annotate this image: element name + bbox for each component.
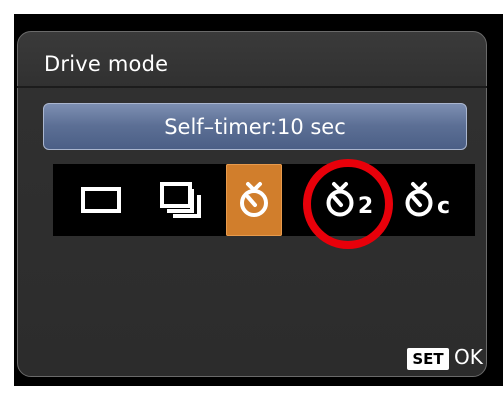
highlight-ring [303,159,393,249]
drive-option-self-timer-10sec[interactable] [226,164,282,236]
title-divider [17,86,487,88]
single-shot-icon [80,185,122,215]
drive-option-single[interactable] [72,164,130,236]
drive-option-self-timer-continuous[interactable]: c [394,164,458,236]
set-button-label[interactable]: SET [407,348,449,370]
drive-option-continuous[interactable] [150,164,214,236]
self-timer-continuous-suffix: c [436,194,451,219]
self-timer-continuous-icon: c [402,181,450,219]
self-timer-10sec-icon [236,180,272,220]
selected-mode-label: Self–timer:10 sec [43,103,467,150]
continuous-shot-icon [159,181,205,219]
ok-label: OK [454,345,483,369]
panel-title: Drive mode [44,52,169,76]
